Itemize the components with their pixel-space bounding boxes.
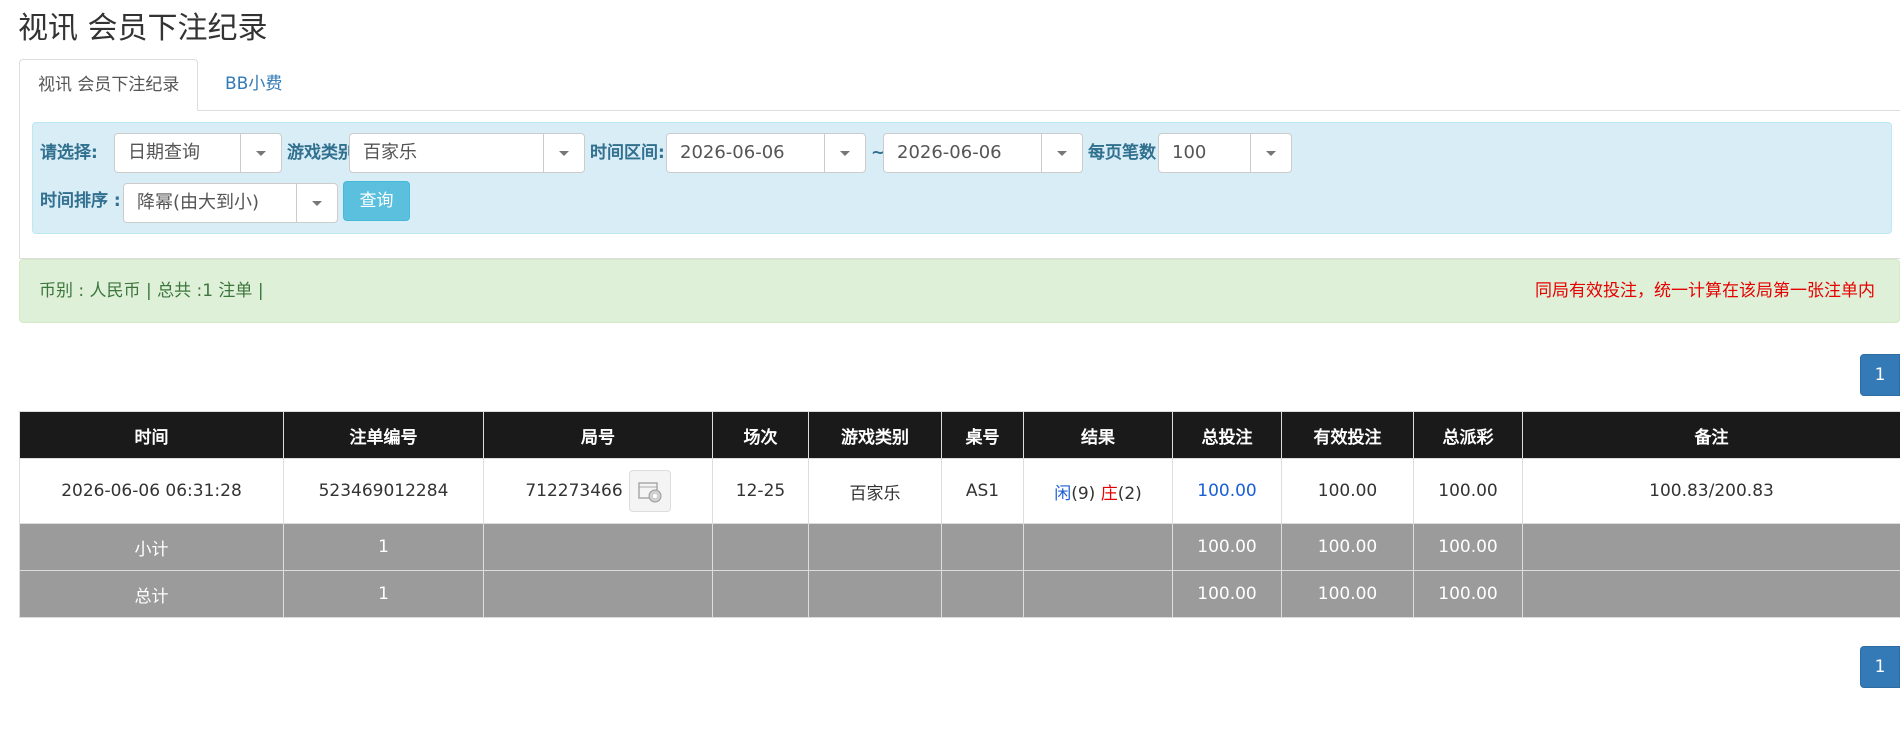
time-sort-select[interactable]: 降幂(由大到小) xyxy=(123,183,338,223)
chevron-down-icon xyxy=(824,134,865,172)
total-payout: 100.00 xyxy=(1413,570,1523,618)
subtotal-label: 小计 xyxy=(19,523,284,571)
empty-cell xyxy=(941,523,1024,571)
empty-cell xyxy=(712,523,809,571)
time-sort-label: 时间排序 : xyxy=(40,191,121,211)
cell-game-type: 百家乐 xyxy=(808,458,942,524)
query-type-value: 日期查询 xyxy=(128,142,200,163)
column-header-round-no: 局号 xyxy=(483,411,713,459)
column-header-remark: 备注 xyxy=(1522,411,1900,459)
tab-bb-tips[interactable]: BB小费 xyxy=(207,59,300,109)
result-player-label: 闲 xyxy=(1054,483,1072,504)
column-header-time: 时间 xyxy=(19,411,284,459)
subtotal-payout: 100.00 xyxy=(1413,523,1523,571)
time-range-label: 时间区间: xyxy=(590,143,665,163)
round-no-text: 712273466 xyxy=(525,481,623,501)
empty-cell xyxy=(1522,523,1900,571)
subtotal-row: 小计 1 100.00 100.00 100.00 xyxy=(19,523,1900,571)
subtotal-count: 1 xyxy=(283,523,484,571)
result-player-value: (9) xyxy=(1071,483,1096,504)
empty-cell xyxy=(483,523,713,571)
empty-cell xyxy=(483,570,713,618)
pagination-page-bottom[interactable]: 1 xyxy=(1860,646,1900,688)
cell-payout: 100.00 xyxy=(1413,458,1523,524)
tab-panel: 请选择: 日期查询 游戏类别 百家乐 时间区间: 2026-06-06 ~ 20… xyxy=(19,110,1900,259)
cell-table-no: AS1 xyxy=(941,458,1024,524)
subtotal-total-bet: 100.00 xyxy=(1172,523,1282,571)
column-header-result: 结果 xyxy=(1023,411,1173,459)
cell-session: 12-25 xyxy=(712,458,809,524)
time-sort-value: 降幂(由大到小) xyxy=(137,192,260,213)
empty-cell xyxy=(808,523,942,571)
column-header-table-no: 桌号 xyxy=(941,411,1024,459)
table-row: 2026-06-06 06:31:28 523469012284 7122734… xyxy=(19,458,1900,524)
column-header-game-type: 游戏类别 xyxy=(808,411,942,459)
date-to-value: 2026-06-06 xyxy=(897,142,1002,163)
empty-cell xyxy=(1023,570,1173,618)
column-header-session: 场次 xyxy=(712,411,809,459)
column-header-bet-no: 注单编号 xyxy=(283,411,484,459)
cell-remark: 100.83/200.83 xyxy=(1522,458,1900,524)
chevron-down-icon xyxy=(1250,134,1291,172)
empty-cell xyxy=(712,570,809,618)
page-size-value: 100 xyxy=(1172,142,1207,163)
bet-records-table: 时间 注单编号 局号 场次 游戏类别 桌号 结果 总投注 有效投注 总派彩 备注… xyxy=(19,411,1900,618)
table-header-row: 时间 注单编号 局号 场次 游戏类别 桌号 结果 总投注 有效投注 总派彩 备注 xyxy=(19,411,1900,459)
total-label: 总计 xyxy=(19,570,284,618)
game-type-select[interactable]: 百家乐 xyxy=(349,133,585,173)
date-from-select[interactable]: 2026-06-06 xyxy=(666,133,866,173)
empty-cell xyxy=(1023,523,1173,571)
cell-round-no: 712273466 xyxy=(483,458,713,524)
subtotal-valid-bet: 100.00 xyxy=(1281,523,1414,571)
column-header-payout: 总派彩 xyxy=(1413,411,1523,459)
currency-summary: 币别 : 人民币 | 总共 :1 注单 | xyxy=(39,281,264,301)
result-banker-value: (2) xyxy=(1117,483,1142,504)
chevron-down-icon xyxy=(240,134,281,172)
pagination-page-top[interactable]: 1 xyxy=(1860,354,1900,396)
chevron-down-icon xyxy=(543,134,584,172)
total-bet-link[interactable]: 100.00 xyxy=(1197,481,1256,501)
game-type-label: 游戏类别 xyxy=(287,143,355,163)
game-type-value: 百家乐 xyxy=(363,142,417,163)
empty-cell xyxy=(808,570,942,618)
valid-bet-notice: 同局有效投注，统一计算在该局第一张注单内 xyxy=(1535,281,1875,301)
empty-cell xyxy=(941,570,1024,618)
total-valid-bet: 100.00 xyxy=(1281,570,1414,618)
date-to-select[interactable]: 2026-06-06 xyxy=(883,133,1083,173)
total-total-bet: 100.00 xyxy=(1172,570,1282,618)
page-size-select[interactable]: 100 xyxy=(1158,133,1292,173)
query-type-select[interactable]: 日期查询 xyxy=(114,133,282,173)
column-header-total-bet: 总投注 xyxy=(1172,411,1282,459)
column-header-valid-bet: 有效投注 xyxy=(1281,411,1414,459)
page-title: 视讯 会员下注纪录 xyxy=(18,11,268,46)
tab-bar: 视讯 会员下注纪录 BB小费 xyxy=(19,59,1900,111)
chevron-down-icon xyxy=(296,184,337,222)
cell-bet-no: 523469012284 xyxy=(283,458,484,524)
date-from-value: 2026-06-06 xyxy=(680,142,785,163)
cell-valid-bet: 100.00 xyxy=(1281,458,1414,524)
result-banker-label: 庄 xyxy=(1100,483,1118,504)
summary-alert: 币别 : 人民币 | 总共 :1 注单 | 同局有效投注，统一计算在该局第一张注… xyxy=(19,259,1900,323)
page-size-label: 每页笔数 : xyxy=(1088,143,1169,163)
query-type-label: 请选择: xyxy=(40,143,98,163)
total-count: 1 xyxy=(283,570,484,618)
cell-time: 2026-06-06 06:31:28 xyxy=(19,458,284,524)
chevron-down-icon xyxy=(1041,134,1082,172)
empty-cell xyxy=(1522,570,1900,618)
film-icon[interactable] xyxy=(628,470,671,512)
query-button[interactable]: 查询 xyxy=(343,181,410,221)
tab-member-bet-records[interactable]: 视讯 会员下注纪录 xyxy=(19,59,199,111)
cell-total-bet[interactable]: 100.00 xyxy=(1172,458,1282,524)
cell-result: 闲(9) 庄(2) xyxy=(1023,458,1173,524)
total-row: 总计 1 100.00 100.00 100.00 xyxy=(19,570,1900,618)
filter-form: 请选择: 日期查询 游戏类别 百家乐 时间区间: 2026-06-06 ~ 20… xyxy=(32,122,1892,234)
